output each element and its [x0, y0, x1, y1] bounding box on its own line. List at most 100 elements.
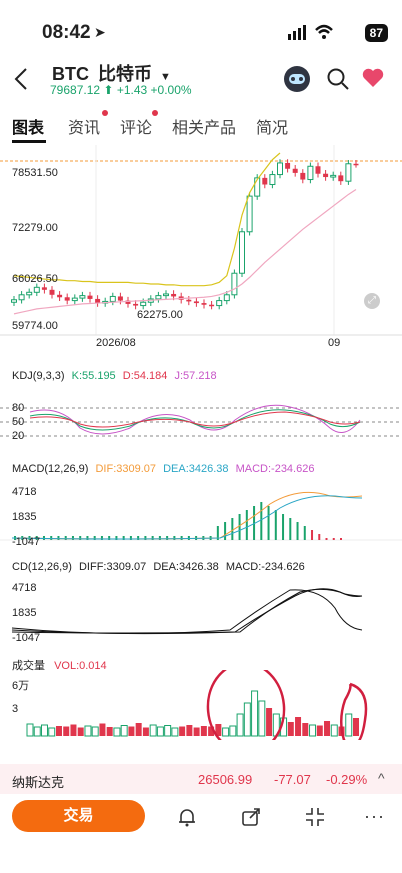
volume-bar [229, 725, 237, 737]
macd-dif: DIF:3309.07 [95, 463, 157, 475]
tab-underline [12, 140, 46, 143]
volume-bar [258, 700, 266, 737]
volume-chart [26, 670, 368, 740]
robot-assistant-icon[interactable] [282, 64, 312, 99]
search-icon[interactable] [326, 67, 350, 96]
candle [201, 303, 207, 305]
cd-chart [11, 588, 363, 635]
volume-bar [287, 722, 294, 736]
more-icon[interactable]: ··· [364, 806, 385, 827]
candle [269, 174, 276, 186]
macd-bar [340, 538, 342, 540]
candle [87, 295, 93, 299]
macd-header: MACD(12,26,9) DIF:3309.07 DEA:3426.38 MA… [12, 463, 314, 475]
macd-bar [318, 534, 321, 540]
volume-bar [345, 713, 353, 737]
name: 比特币 [98, 64, 153, 84]
chevron-up-icon[interactable]: ^ [378, 770, 385, 786]
battery-badge: 87 [364, 24, 388, 42]
volume-bar [353, 718, 359, 736]
ticker-price: 26506.99 [198, 772, 253, 787]
candle [71, 297, 78, 302]
volume-bar [55, 726, 62, 736]
volume-bar [302, 723, 309, 736]
macd-bar [57, 536, 60, 540]
volume-bar [236, 713, 244, 737]
candle [26, 291, 33, 296]
macd-label: MACD(12,26,9) [12, 463, 89, 475]
volume-bar [142, 727, 149, 736]
macd-bar [64, 536, 67, 540]
candle [277, 162, 283, 176]
cd-diff: DIFF:3309.07 [78, 561, 147, 573]
volume-bar [222, 727, 230, 737]
candle [163, 293, 169, 297]
share-icon[interactable] [240, 806, 262, 833]
volume-bar [120, 725, 128, 737]
tab-chart[interactable]: 图表 [12, 114, 44, 138]
comments-unread-dot [152, 110, 158, 116]
macd-bar [166, 536, 169, 540]
candle [41, 287, 47, 290]
volume-bar [200, 726, 207, 736]
macd-bar [282, 514, 285, 540]
candle [79, 295, 86, 299]
kdj-level-20: 20 [12, 430, 25, 442]
macd-bar [158, 536, 161, 540]
status-time: 08:42 [42, 22, 91, 43]
volume-bar [164, 725, 172, 737]
candle [338, 175, 344, 182]
tab-profile[interactable]: 简况 [256, 114, 288, 138]
candle [49, 289, 55, 295]
macd-value: MACD:-234.626 [235, 463, 315, 475]
volume-bar [266, 708, 273, 736]
macd-bar [303, 526, 306, 540]
volume-bar [91, 726, 99, 737]
heart-icon[interactable] [361, 67, 385, 94]
tab-news[interactable]: 资讯 [68, 114, 100, 138]
price: 79687.12 [50, 83, 101, 97]
macd-bar [224, 522, 227, 540]
ticker-bar[interactable]: 纳斯达克 26506.99 -77.07 -0.29% ^ [0, 764, 402, 794]
volume-bar [156, 726, 164, 737]
cd-y-1: 4718 [12, 582, 37, 594]
collapse-icon[interactable] [304, 806, 326, 833]
macd-bar [231, 518, 234, 540]
candle [186, 299, 192, 302]
macd-bar [173, 536, 176, 540]
dropdown-triangle-icon: ▼ [160, 71, 171, 83]
price-line: 79687.12 ⬆ +1.43 +0.00% [50, 83, 192, 97]
volume-y-2: 3 [12, 703, 19, 715]
price-chart[interactable] [0, 145, 402, 350]
volume-bar [295, 717, 302, 736]
back-arrow-icon[interactable] [12, 66, 30, 99]
trade-button[interactable]: 交易 [12, 800, 145, 832]
candle [216, 300, 223, 307]
candle [223, 294, 230, 302]
tab-comments[interactable]: 评论 [120, 114, 152, 138]
volume-bar [40, 724, 48, 737]
macd-bar [267, 506, 270, 540]
up-arrow-icon: ⬆ [103, 83, 114, 97]
volume-bar [149, 724, 157, 737]
ticker-change: -77.07 [274, 772, 311, 787]
macd-bar [325, 538, 328, 540]
tab-related[interactable]: 相关产品 [172, 114, 236, 138]
kdj-d: D:54.184 [122, 370, 168, 382]
kdj-j: J:57.218 [174, 370, 217, 382]
candle [18, 294, 25, 301]
price-change-pct: +0.00% [150, 83, 192, 97]
candle [193, 301, 199, 304]
y-label-4: 59774.00 [12, 320, 58, 332]
expand-icon[interactable]: ⤢ [364, 293, 380, 309]
macd-bar [260, 502, 263, 540]
volume-bar [128, 726, 135, 736]
candle [57, 294, 63, 298]
candle [292, 168, 298, 173]
bell-plus-icon[interactable] [176, 806, 198, 833]
status-bar: 08:42 ➤ 87 [0, 0, 402, 56]
volume-bar [113, 727, 121, 737]
candle [117, 296, 123, 301]
volume-y-1: 6万 [12, 680, 30, 692]
volume-bar [77, 727, 84, 736]
